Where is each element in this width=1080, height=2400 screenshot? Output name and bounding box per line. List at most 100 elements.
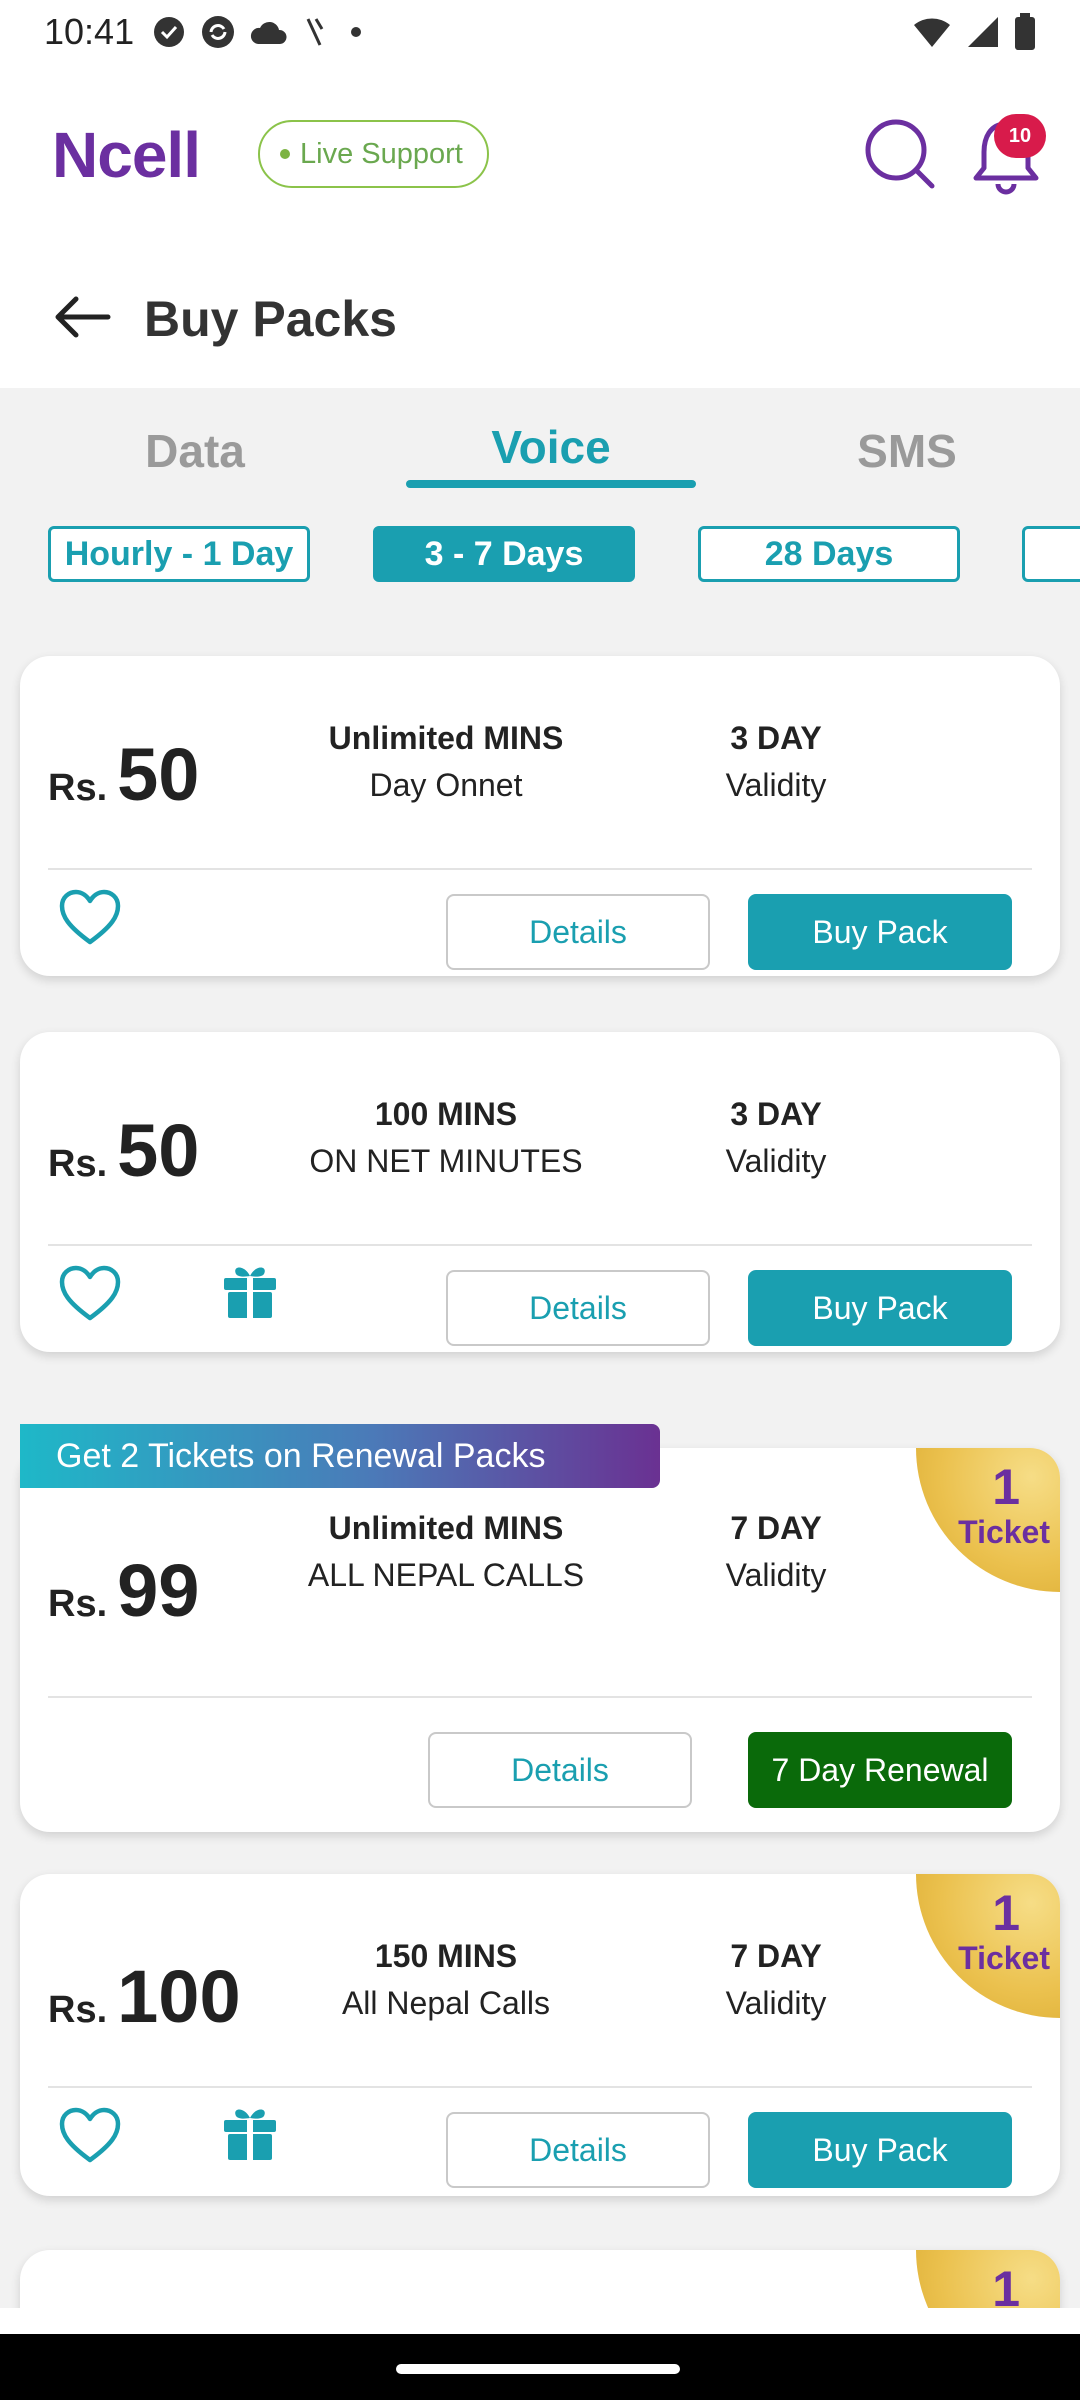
- details-button[interactable]: Details: [446, 894, 710, 970]
- ticket-count: 1: [992, 1459, 1020, 1515]
- buy-pack-button[interactable]: Buy Pack: [748, 894, 1012, 970]
- pack-price: Rs. 50: [48, 1108, 199, 1193]
- benefit-main: 100 MINS: [374, 1096, 518, 1132]
- promo-banner: Get 2 Tickets on Renewal Packs: [20, 1424, 660, 1488]
- price-amount: 100: [117, 1955, 241, 2038]
- status-time: 10:41: [44, 11, 135, 52]
- currency-label: Rs.: [48, 1989, 108, 2031]
- benefit-main: Unlimited MINS: [328, 1510, 564, 1546]
- tab-sms[interactable]: SMS: [762, 424, 1052, 478]
- benefit-sub: All Nepal Calls: [341, 1985, 551, 2021]
- filter-hourly-1-day[interactable]: Hourly - 1 Day: [48, 526, 310, 582]
- benefit-sub: ON NET MINUTES: [309, 1143, 583, 1179]
- app-header: Ncell Live Support 10: [0, 110, 1080, 200]
- details-button[interactable]: Details: [428, 1732, 692, 1808]
- benefit-main: Unlimited MINS: [328, 720, 564, 756]
- validity-main: 7 DAY: [730, 1938, 822, 1974]
- price-amount: 50: [117, 733, 200, 816]
- tab-voice[interactable]: Voice: [406, 420, 696, 474]
- benefit-sub: Day Onnet: [369, 767, 523, 803]
- pack-validity: 3 DAY Validity: [626, 720, 926, 804]
- price-amount: 99: [117, 1549, 200, 1632]
- status-bar: 10:41: [0, 0, 1080, 64]
- pack-benefit: Unlimited MINS ALL NEPAL CALLS: [296, 1510, 596, 1594]
- pack-card: 1 Ticket Rs. 100 150 MINS All Nepal Call…: [20, 1874, 1060, 2196]
- ticket-count: 1: [992, 1885, 1020, 1941]
- pack-price: Rs. 100: [48, 1954, 241, 2039]
- pack-benefit: 150 MINS All Nepal Calls: [296, 1938, 596, 2022]
- card-divider: [48, 2086, 1032, 2088]
- validity-sub: Validity: [725, 767, 827, 803]
- notification-icon: [154, 17, 185, 47]
- active-tab-indicator: [406, 480, 696, 488]
- benefit-main: 150 MINS: [374, 1938, 518, 1974]
- buy-pack-button[interactable]: Buy Pack: [748, 2112, 1012, 2188]
- filter-28-days[interactable]: 28 Days: [698, 526, 960, 582]
- benefit-sub: ALL NEPAL CALLS: [307, 1557, 585, 1593]
- card-divider: [48, 1696, 1032, 1698]
- heart-icon[interactable]: [58, 888, 122, 946]
- renewal-button[interactable]: 7 Day Renewal: [748, 1732, 1012, 1808]
- validity-main: 3 DAY: [730, 1096, 822, 1132]
- pack-price: Rs. 99: [48, 1548, 199, 1633]
- validity-main: 3 DAY: [730, 720, 822, 756]
- cloud-icon: [251, 21, 287, 44]
- heart-icon[interactable]: [58, 1264, 122, 1322]
- pack-price: Rs. 50: [48, 732, 199, 817]
- title-row: Buy Packs: [0, 276, 1080, 360]
- ticket-badge: 1 Ticket: [916, 1448, 1060, 1592]
- live-support-button[interactable]: Live Support: [258, 120, 489, 188]
- validity-main: 7 DAY: [730, 1510, 822, 1546]
- gift-icon[interactable]: [220, 1260, 280, 1320]
- currency-label: Rs.: [48, 1583, 108, 1625]
- currency-label: Rs.: [48, 767, 108, 809]
- pack-card-partial: 1: [20, 2250, 1060, 2308]
- live-support-label: Live Support: [300, 137, 463, 170]
- ncell-logo: Ncell: [52, 119, 201, 191]
- live-indicator-icon: [280, 149, 290, 159]
- ticket-badge: 1 Ticket: [916, 1874, 1060, 2018]
- home-gesture-handle[interactable]: [396, 2364, 680, 2374]
- ticket-label: Ticket: [958, 1940, 1050, 1976]
- pack-benefit: Unlimited MINS Day Onnet: [296, 720, 596, 804]
- ticket-count: 1: [992, 2261, 1020, 2308]
- wifi-icon: [914, 18, 950, 47]
- card-divider: [48, 868, 1032, 870]
- pack-card: Rs. 50 100 MINS ON NET MINUTES 3 DAY Val…: [20, 1032, 1060, 1352]
- page-title: Buy Packs: [144, 291, 397, 347]
- back-arrow-icon[interactable]: [52, 292, 112, 342]
- buy-pack-button[interactable]: Buy Pack: [748, 1270, 1012, 1346]
- sync-icon: [202, 16, 235, 48]
- tab-data[interactable]: Data: [50, 424, 340, 478]
- pack-validity: 3 DAY Validity: [626, 1096, 926, 1180]
- details-button[interactable]: Details: [446, 1270, 710, 1346]
- pack-validity: 7 DAY Validity: [626, 1938, 926, 2022]
- cellular-signal-icon: [968, 17, 998, 47]
- dot-icon: [351, 27, 362, 37]
- validity-sub: Validity: [725, 1557, 827, 1593]
- currency-label: Rs.: [48, 1143, 108, 1185]
- validity-sub: Validity: [725, 1985, 827, 2021]
- validity-filters: Hourly - 1 Day 3 - 7 Days 28 Days: [0, 526, 1080, 586]
- pack-benefit: 100 MINS ON NET MINUTES: [296, 1096, 596, 1180]
- pack-card-renewal: 1 Ticket Rs. 99 Unlimited MINS ALL NEPAL…: [20, 1448, 1060, 1832]
- gift-icon[interactable]: [220, 2102, 280, 2162]
- filter-more[interactable]: [1022, 526, 1080, 582]
- filter-3-7-days[interactable]: 3 - 7 Days: [373, 526, 635, 582]
- packs-content: Data Voice SMS Hourly - 1 Day 3 - 7 Days…: [0, 388, 1080, 2308]
- ticket-badge: 1: [916, 2250, 1060, 2308]
- ticket-label: Ticket: [958, 1514, 1050, 1550]
- pack-type-tabs: Data Voice SMS: [0, 388, 1080, 498]
- search-icon[interactable]: [862, 116, 938, 192]
- system-nav-bar: [0, 2334, 1080, 2400]
- price-amount: 50: [117, 1109, 200, 1192]
- card-divider: [48, 1244, 1032, 1246]
- pack-card: Rs. 50 Unlimited MINS Day Onnet 3 DAY Va…: [20, 656, 1060, 976]
- signal-slash-icon: [306, 18, 324, 46]
- heart-icon[interactable]: [58, 2106, 122, 2164]
- pack-validity: 7 DAY Validity: [626, 1510, 926, 1594]
- battery-icon: [1015, 13, 1035, 50]
- notification-badge: 10: [994, 114, 1046, 158]
- validity-sub: Validity: [725, 1143, 827, 1179]
- details-button[interactable]: Details: [446, 2112, 710, 2188]
